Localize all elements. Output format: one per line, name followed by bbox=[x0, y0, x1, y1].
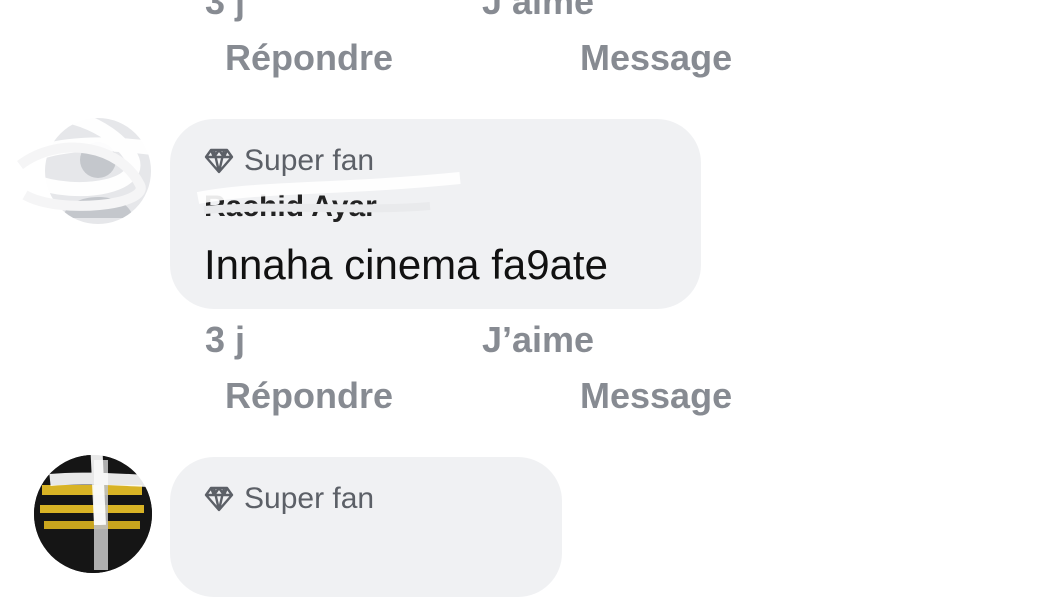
reply-button[interactable]: Répondre bbox=[225, 40, 393, 76]
comment-timestamp: 3 j bbox=[205, 319, 246, 360]
like-button[interactable]: J’aime bbox=[482, 0, 594, 20]
name-redaction bbox=[196, 172, 461, 214]
like-button[interactable]: J’aime bbox=[482, 322, 594, 358]
comment-text: Innaha cinema fa9ate bbox=[204, 241, 608, 288]
comment-bubble[interactable] bbox=[170, 457, 562, 597]
message-button[interactable]: Message bbox=[580, 378, 732, 414]
super-fan-badge: Super fan bbox=[204, 484, 374, 514]
comment-timestamp: 3 j bbox=[205, 0, 246, 22]
reply-button[interactable]: Répondre bbox=[225, 378, 393, 414]
message-button[interactable]: Message bbox=[580, 40, 732, 76]
badge-label: Super fan bbox=[244, 482, 375, 515]
diamond-icon bbox=[204, 486, 234, 512]
